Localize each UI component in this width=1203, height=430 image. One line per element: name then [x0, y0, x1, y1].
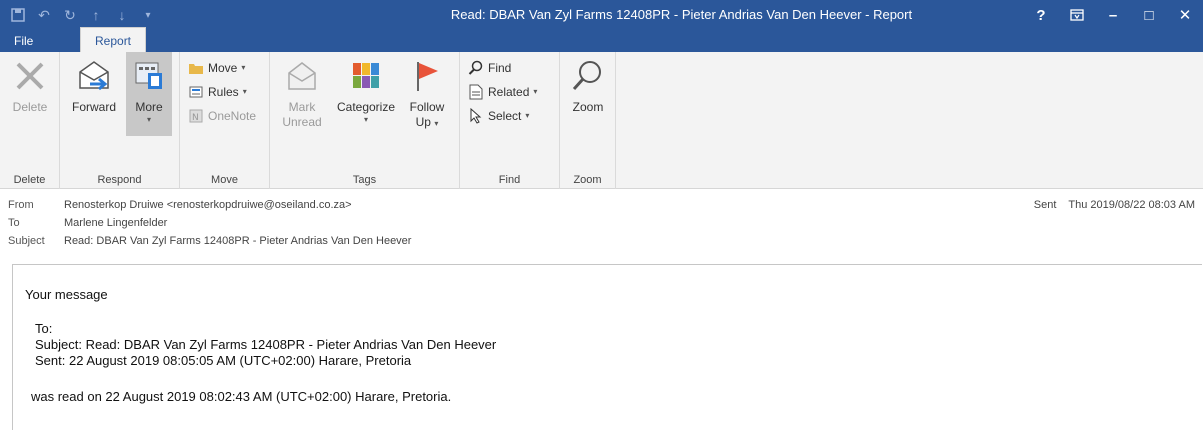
from-row: From Renosterkop Druiwe <renosterkopdrui… [8, 196, 352, 214]
subject-row: Subject Read: DBAR Van Zyl Farms 12408PR… [8, 232, 411, 250]
categorize-button[interactable]: Categorize ▾ [332, 56, 400, 124]
body-to: To: [35, 321, 53, 336]
forward-label: Forward [71, 100, 116, 114]
to-value[interactable]: Marlene Lingenfelder [64, 214, 167, 232]
group-delete: Delete Delete [0, 52, 60, 189]
tab-file[interactable]: File [2, 30, 45, 52]
close-button[interactable]: ✕ [1167, 0, 1203, 30]
body-read-notice: was read on 22 August 2019 08:02:43 AM (… [31, 389, 452, 404]
message-header: From Renosterkop Druiwe <renosterkopdrui… [0, 190, 1203, 260]
zoom-label: Zoom [572, 100, 604, 114]
from-value[interactable]: Renosterkop Druiwe <renosterkopdruiwe@os… [64, 196, 352, 214]
cursor-icon [468, 108, 484, 124]
mark-unread-label-1: Mark [288, 100, 316, 114]
related-icon [468, 84, 484, 100]
group-find: Find Related ▾ Select ▾ Find [460, 52, 560, 189]
follow-up-label-1: Follow [409, 100, 445, 114]
rules-button[interactable]: Rules ▾ [188, 82, 247, 102]
group-label-move: Move [211, 174, 238, 186]
more-label: More [135, 100, 163, 114]
group-respond: Forward More ▾ Respond [60, 52, 180, 189]
related-button[interactable]: Related ▾ [468, 82, 537, 102]
from-label: From [8, 199, 34, 211]
magnifier-icon [568, 56, 608, 96]
folder-icon [188, 60, 204, 76]
sent-value: Thu 2019/08/22 08:03 AM [1068, 199, 1195, 211]
mark-unread-icon [282, 56, 322, 96]
related-caret-icon: ▾ [533, 87, 538, 96]
group-label-zoom: Zoom [573, 174, 602, 186]
rules-label: Rules [208, 85, 239, 99]
subject-label: Subject [8, 235, 45, 247]
select-button[interactable]: Select ▾ [468, 106, 529, 126]
move-label: Move [208, 61, 238, 75]
more-button[interactable]: More ▾ [126, 52, 172, 136]
group-zoom: Zoom Zoom [560, 52, 616, 189]
categorize-icon [346, 56, 386, 96]
body-your-message: Your message [25, 287, 108, 302]
search-icon [468, 60, 484, 76]
group-label-tags: Tags [352, 174, 377, 186]
follow-up-button[interactable]: Follow Up ▾ [404, 56, 450, 131]
move-caret-icon: ▾ [241, 63, 246, 72]
move-button[interactable]: Move ▾ [188, 58, 245, 78]
mark-unread-label-2: Unread [282, 115, 322, 129]
find-button[interactable]: Find [468, 58, 511, 78]
onenote-button[interactable]: N OneNote [188, 106, 256, 126]
more-caret-icon: ▾ [146, 115, 151, 124]
rules-icon [188, 84, 204, 100]
group-tags: Mark Unread Categorize ▾ Follow Up ▾ Tag… [270, 52, 460, 189]
follow-up-label-2: Up ▾ [415, 115, 439, 129]
mark-unread-button[interactable]: Mark Unread [278, 56, 326, 130]
delete-button[interactable]: Delete [4, 56, 56, 115]
more-respond-icon [129, 56, 169, 96]
forward-icon [74, 56, 114, 96]
maximize-button[interactable]: □ [1131, 0, 1167, 30]
select-caret-icon: ▾ [525, 111, 530, 120]
title-bar: ↶ ↻ ↑ ↓ ▾ Read: DBAR Van Zyl Farms 12408… [0, 0, 1203, 52]
categorize-label: Categorize [336, 100, 396, 114]
flag-icon [407, 56, 447, 96]
window-controls: ? – □ ✕ [1023, 0, 1203, 30]
message-body[interactable]: Your message To: Subject: Read: DBAR Van… [12, 264, 1202, 430]
group-label-respond: Respond [97, 174, 142, 186]
select-label: Select [488, 109, 522, 123]
onenote-icon: N [188, 108, 204, 124]
body-sent: Sent: 22 August 2019 08:05:05 AM (UTC+02… [35, 353, 412, 368]
rules-caret-icon: ▾ [242, 87, 247, 96]
sent-label: Sent [1033, 199, 1057, 211]
help-button[interactable]: ? [1023, 0, 1059, 30]
svg-text:N: N [192, 113, 199, 123]
tab-report[interactable]: Report [80, 27, 147, 52]
to-label: To [8, 217, 20, 229]
delete-label: Delete [12, 100, 48, 114]
sent-row: Sent Thu 2019/08/22 08:03 AM [1034, 196, 1195, 214]
subject-value: Read: DBAR Van Zyl Farms 12408PR - Piete… [64, 235, 412, 247]
find-label: Find [488, 61, 512, 75]
body-subject: Subject: Read: DBAR Van Zyl Farms 12408P… [35, 337, 497, 352]
group-label-find: Find [498, 174, 521, 186]
group-label-delete: Delete [13, 174, 46, 186]
related-label: Related [488, 85, 530, 99]
group-move: Move ▾ Rules ▾ N OneNote Move [180, 52, 270, 189]
onenote-label: OneNote [208, 109, 257, 123]
forward-button[interactable]: Forward [68, 56, 120, 115]
delete-icon [10, 56, 50, 96]
zoom-button[interactable]: Zoom [564, 56, 612, 115]
minimize-button[interactable]: – [1095, 0, 1131, 30]
to-row: To Marlene Lingenfelder [8, 214, 167, 232]
categorize-caret-icon: ▾ [363, 115, 368, 124]
ribbon: Delete Delete Forward More ▾ Respond Mov… [0, 52, 1203, 241]
ribbon-display-button[interactable] [1059, 0, 1095, 30]
